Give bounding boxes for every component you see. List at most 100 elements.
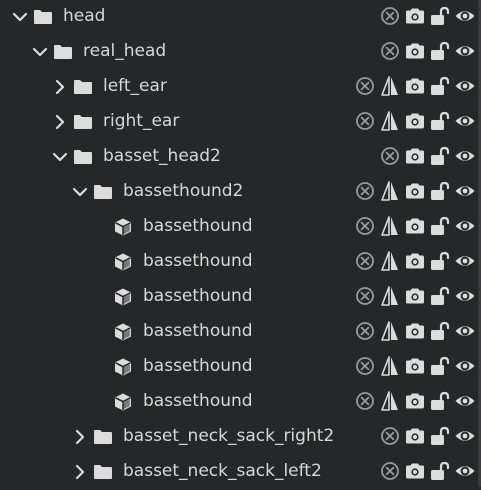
lock-icon[interactable] [429, 75, 451, 97]
lock-icon[interactable] [429, 425, 451, 447]
tree-row[interactable]: left_ear [0, 70, 481, 105]
folder-icon [73, 77, 93, 97]
tree-row[interactable]: bassethound [0, 315, 481, 350]
tree-row[interactable]: basset_head2 [0, 140, 481, 175]
lock-icon[interactable] [429, 110, 451, 132]
tree-row[interactable]: bassethound [0, 280, 481, 315]
chevron-right-icon[interactable] [71, 428, 89, 446]
clear-icon[interactable] [354, 110, 376, 132]
tree-row-label: bassethound [143, 251, 253, 271]
tree-row[interactable]: bassethound2 [0, 175, 481, 210]
clear-icon[interactable] [354, 355, 376, 377]
tree-row-label: bassethound [143, 216, 253, 236]
camera-icon[interactable] [404, 320, 426, 342]
tree-row-label: bassethound2 [123, 181, 244, 201]
eye-icon[interactable] [454, 285, 476, 307]
mirror-icon[interactable] [379, 320, 401, 342]
eye-icon[interactable] [454, 75, 476, 97]
eye-icon[interactable] [454, 145, 476, 167]
clear-icon[interactable] [354, 75, 376, 97]
lock-icon[interactable] [429, 5, 451, 27]
eye-icon[interactable] [454, 390, 476, 412]
eye-icon[interactable] [454, 215, 476, 237]
eye-icon[interactable] [454, 425, 476, 447]
lock-icon[interactable] [429, 250, 451, 272]
clear-icon[interactable] [354, 215, 376, 237]
camera-icon[interactable] [404, 390, 426, 412]
lock-icon[interactable] [429, 460, 451, 482]
tree-row-label: right_ear [103, 111, 180, 131]
clear-icon[interactable] [379, 40, 401, 62]
lock-icon[interactable] [429, 390, 451, 412]
clear-icon[interactable] [354, 320, 376, 342]
camera-icon[interactable] [404, 355, 426, 377]
tree-row[interactable]: bassethound [0, 350, 481, 385]
mirror-icon[interactable] [379, 215, 401, 237]
tree-row-label: bassethound [143, 321, 253, 341]
camera-icon[interactable] [404, 425, 426, 447]
tree-row-label: basset_neck_sack_left2 [123, 461, 322, 481]
tree-row[interactable]: bassethound [0, 245, 481, 280]
mirror-icon[interactable] [379, 180, 401, 202]
chevron-down-icon[interactable] [11, 8, 29, 26]
eye-icon[interactable] [454, 40, 476, 62]
eye-icon[interactable] [454, 460, 476, 482]
lock-icon[interactable] [429, 145, 451, 167]
mirror-icon[interactable] [379, 110, 401, 132]
cube-icon [113, 287, 133, 307]
clear-icon[interactable] [354, 180, 376, 202]
chevron-down-icon[interactable] [51, 148, 69, 166]
chevron-down-icon[interactable] [71, 183, 89, 201]
mirror-icon[interactable] [379, 355, 401, 377]
lock-icon[interactable] [429, 355, 451, 377]
clear-icon[interactable] [354, 285, 376, 307]
eye-icon[interactable] [454, 320, 476, 342]
tree-row[interactable]: basset_neck_sack_left2 [0, 455, 481, 490]
camera-icon[interactable] [404, 5, 426, 27]
clear-icon[interactable] [379, 145, 401, 167]
tree-row[interactable]: right_ear [0, 105, 481, 140]
eye-icon[interactable] [454, 180, 476, 202]
camera-icon[interactable] [404, 460, 426, 482]
tree-row[interactable]: bassethound [0, 210, 481, 245]
camera-icon[interactable] [404, 75, 426, 97]
lock-icon[interactable] [429, 320, 451, 342]
eye-icon[interactable] [454, 355, 476, 377]
chevron-right-icon[interactable] [51, 78, 69, 96]
clear-icon[interactable] [379, 460, 401, 482]
clear-icon[interactable] [379, 425, 401, 447]
camera-icon[interactable] [404, 110, 426, 132]
mirror-icon[interactable] [379, 390, 401, 412]
mirror-icon[interactable] [379, 75, 401, 97]
camera-icon[interactable] [404, 285, 426, 307]
cube-icon [113, 217, 133, 237]
tree-row-label: basset_neck_sack_right2 [123, 426, 335, 446]
eye-icon[interactable] [454, 110, 476, 132]
lock-icon[interactable] [429, 180, 451, 202]
camera-icon[interactable] [404, 40, 426, 62]
tree-row[interactable]: head [0, 0, 481, 35]
camera-icon[interactable] [404, 250, 426, 272]
tree-row[interactable]: bassethound [0, 385, 481, 420]
cube-icon [113, 392, 133, 412]
folder-icon [53, 42, 73, 62]
lock-icon[interactable] [429, 215, 451, 237]
camera-icon[interactable] [404, 180, 426, 202]
cube-icon [113, 252, 133, 272]
clear-icon[interactable] [354, 250, 376, 272]
tree-row[interactable]: basset_neck_sack_right2 [0, 420, 481, 455]
clear-icon[interactable] [354, 390, 376, 412]
eye-icon[interactable] [454, 5, 476, 27]
clear-icon[interactable] [379, 5, 401, 27]
mirror-icon[interactable] [379, 250, 401, 272]
chevron-right-icon[interactable] [51, 113, 69, 131]
camera-icon[interactable] [404, 215, 426, 237]
eye-icon[interactable] [454, 250, 476, 272]
lock-icon[interactable] [429, 40, 451, 62]
lock-icon[interactable] [429, 285, 451, 307]
tree-row[interactable]: real_head [0, 35, 481, 70]
chevron-down-icon[interactable] [31, 43, 49, 61]
chevron-right-icon[interactable] [71, 463, 89, 481]
mirror-icon[interactable] [379, 285, 401, 307]
camera-icon[interactable] [404, 145, 426, 167]
